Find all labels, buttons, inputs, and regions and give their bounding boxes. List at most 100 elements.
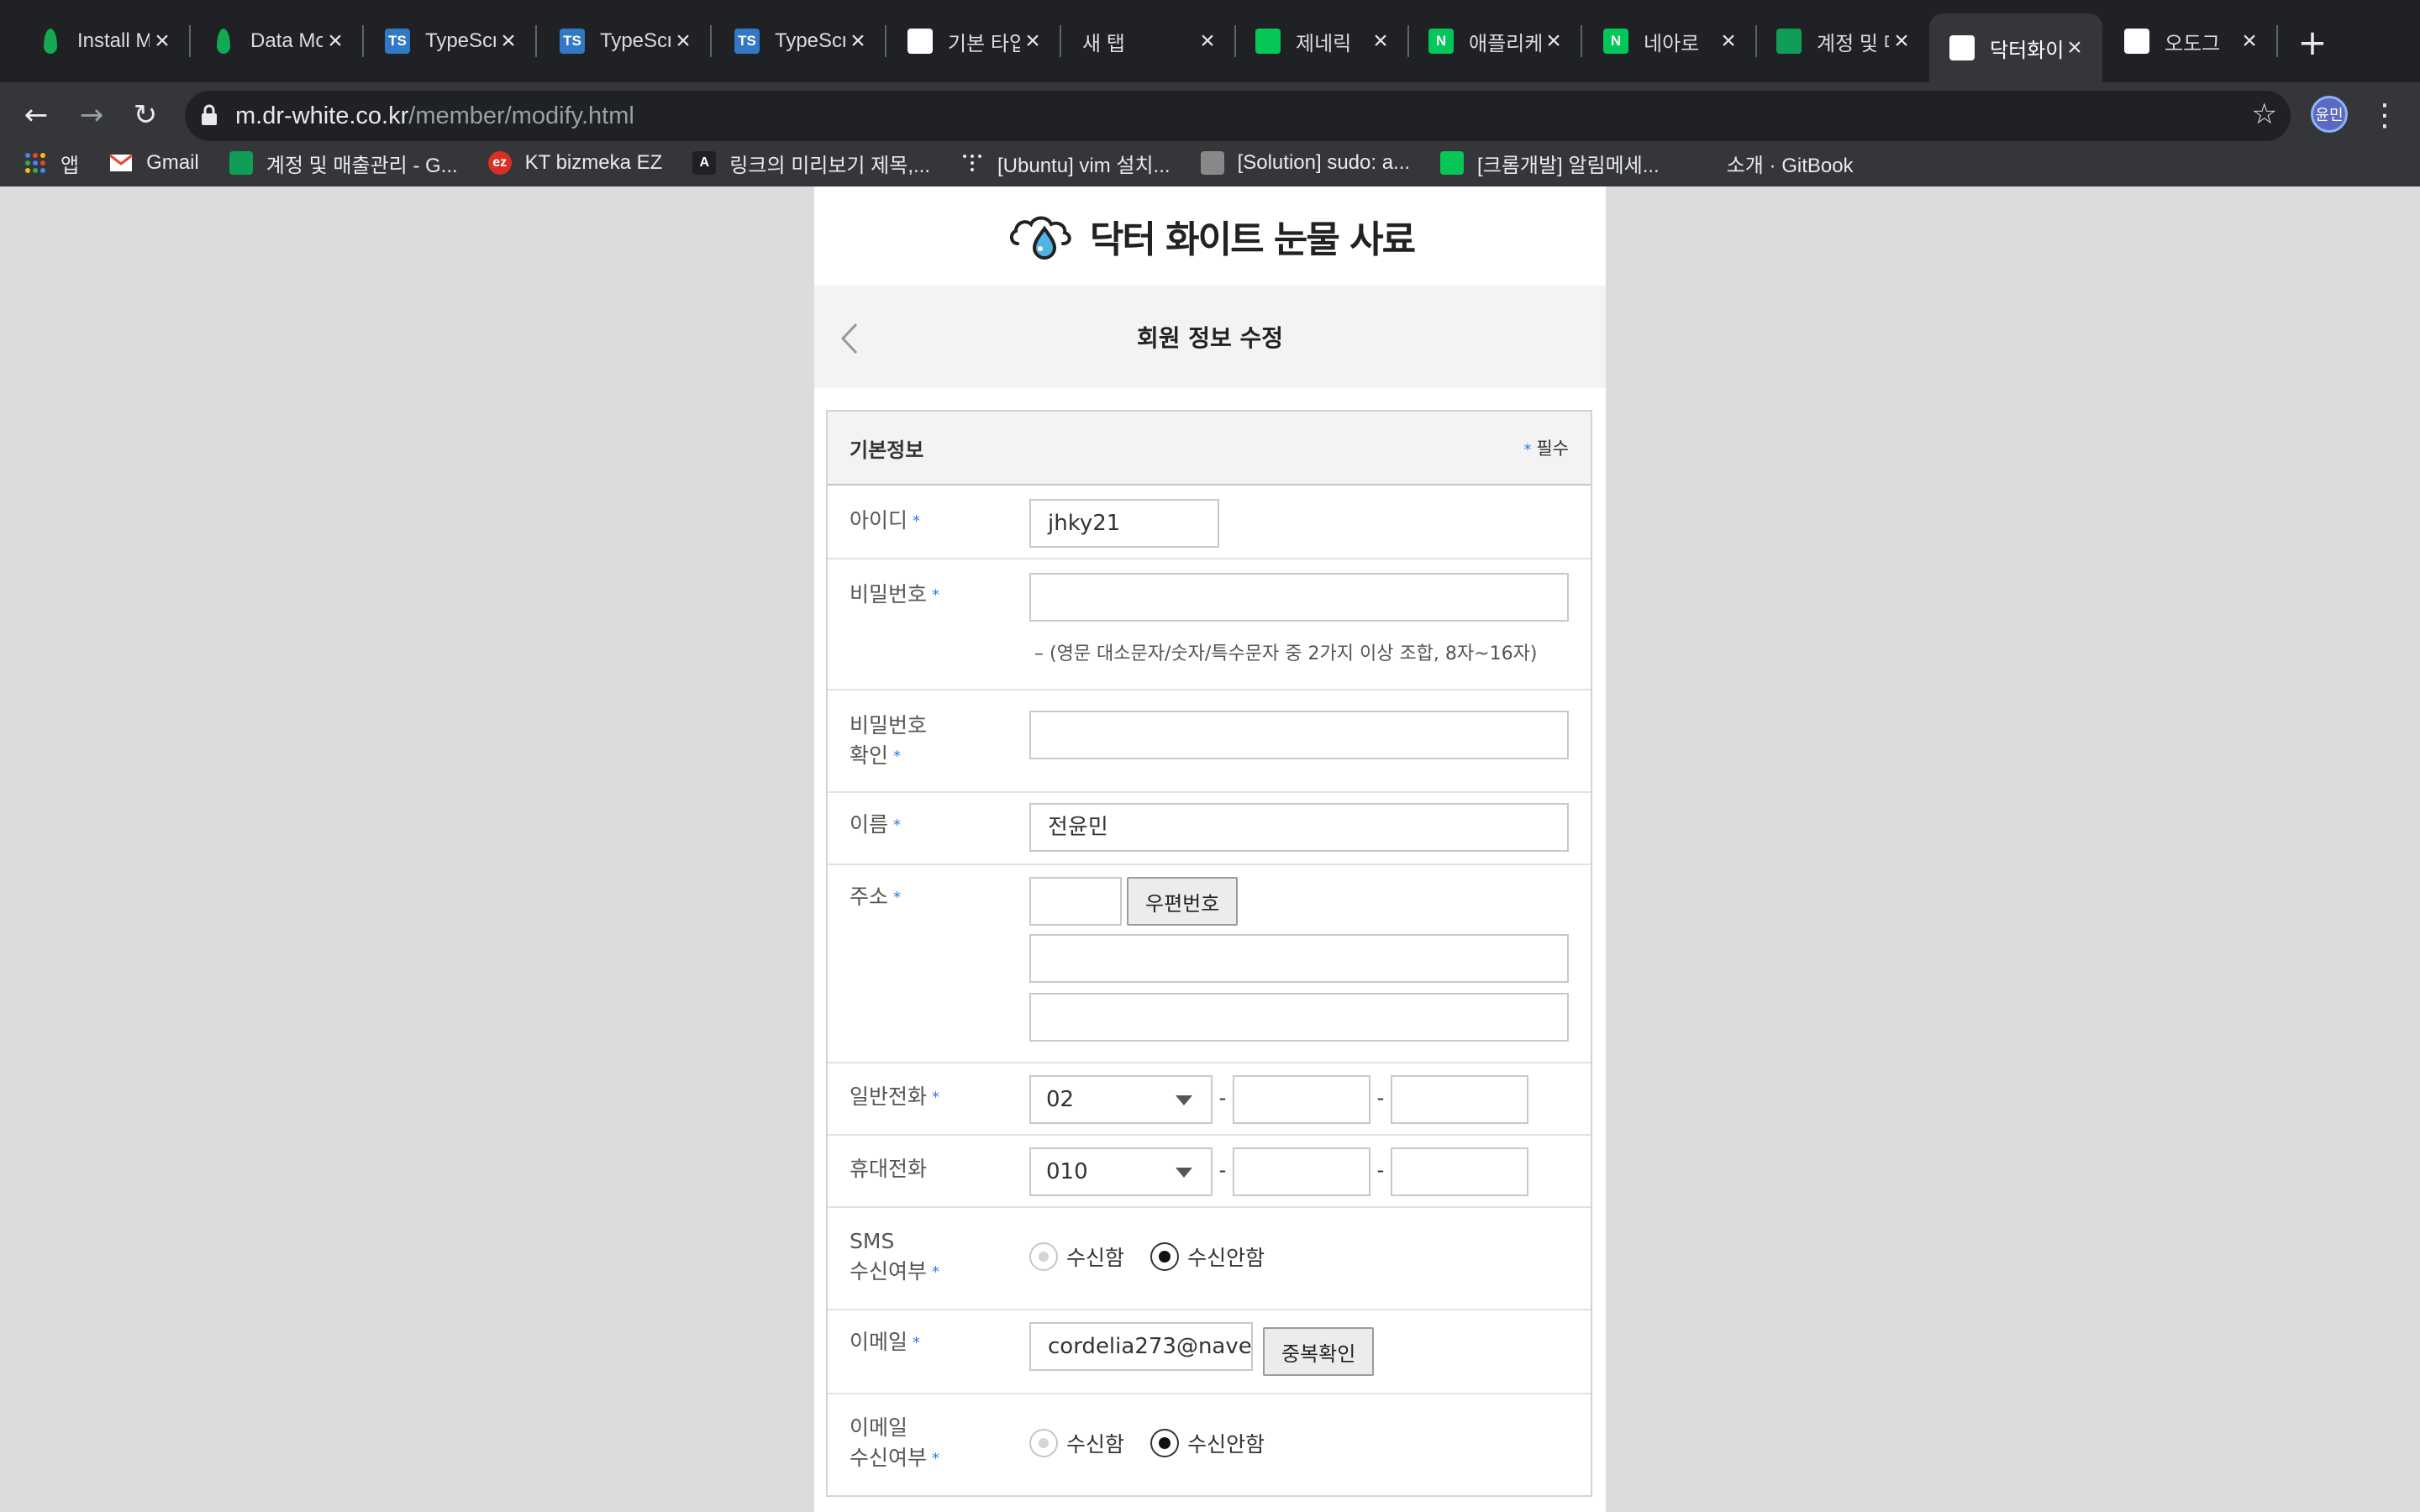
- mobile-mid-field[interactable]: [1233, 1147, 1370, 1196]
- bookmark-item[interactable]: [Ubuntu] vim 설치...: [960, 149, 1171, 178]
- tab-12[interactable]: 닥터화이트×: [1929, 13, 2102, 82]
- browser-menu-icon[interactable]: ⋮: [2368, 94, 2402, 136]
- close-tab-icon[interactable]: ×: [323, 27, 348, 55]
- tab-title: 애플리케이션: [1469, 32, 1541, 55]
- mongodb-leaf-icon: [44, 29, 57, 54]
- bookmark-item[interactable]: 소개 · GitBook: [1689, 149, 1854, 178]
- tab-2[interactable]: Data Modeling×: [192, 13, 364, 69]
- close-tab-icon[interactable]: ×: [2237, 27, 2262, 55]
- tab-1[interactable]: Install MongoDB×: [18, 13, 191, 69]
- close-tab-icon[interactable]: ×: [2062, 34, 2087, 61]
- close-tab-icon[interactable]: ×: [1541, 27, 1566, 55]
- close-tab-icon[interactable]: ×: [1368, 27, 1393, 55]
- required-mark: *: [913, 1334, 921, 1352]
- close-tab-icon[interactable]: ×: [1716, 27, 1741, 55]
- bookmark-item[interactable]: 계정 및 매출관리 - G...: [229, 149, 458, 178]
- bookmark-label: 계정 및 매출관리 - G...: [266, 154, 458, 177]
- tab-title: Install MongoDB: [77, 29, 150, 52]
- close-tab-icon[interactable]: ×: [1195, 27, 1220, 55]
- lock-icon: [200, 103, 220, 129]
- password-label: 비밀번호 *: [850, 580, 1009, 611]
- email-field[interactable]: cordelia273@nave: [1029, 1322, 1253, 1371]
- close-tab-icon[interactable]: ×: [845, 27, 871, 55]
- phone-area-select[interactable]: 02: [1029, 1075, 1213, 1124]
- email-label-text: 이메일: [850, 1330, 908, 1354]
- row-phone: 일반전화 * 02 - -: [828, 1063, 1591, 1136]
- id-label: 아이디 *: [850, 506, 1009, 537]
- close-tab-icon[interactable]: ×: [1889, 27, 1914, 55]
- bookmark-item[interactable]: ez KT bizmeka EZ: [487, 151, 662, 175]
- bookmark-label: [크롬개발] 알림메세...: [1477, 154, 1660, 177]
- email-duplicate-check-button[interactable]: 중복확인: [1263, 1327, 1375, 1376]
- google-sheets-icon: [1776, 29, 1802, 54]
- bookmark-item[interactable]: A 링크의 미리보기 제목,...: [692, 149, 930, 178]
- required-mark: *: [932, 1263, 940, 1281]
- tab-10[interactable]: N 네아로 ×: [1583, 13, 1757, 69]
- site-logo-text[interactable]: 닥터 화이트 눈물 사료: [1090, 209, 1416, 263]
- tab-3[interactable]: TS TypeScript×: [365, 13, 537, 69]
- new-tab-button[interactable]: +: [2294, 22, 2331, 63]
- zipcode-field[interactable]: [1029, 877, 1122, 926]
- tab-11[interactable]: 계정 및 매출×: [1756, 13, 1929, 69]
- bookmark-item[interactable]: Gmail: [109, 151, 199, 175]
- profile-avatar[interactable]: 윤민: [2311, 96, 2348, 133]
- bookmark-star-icon[interactable]: ☆: [2252, 97, 2277, 131]
- row-email-recv: 이메일 수신여부 * 수신함 수신안함: [828, 1394, 1591, 1495]
- email-recv-no-radio[interactable]: 수신안함: [1150, 1428, 1265, 1458]
- tab-9[interactable]: N 애플리케이션×: [1408, 13, 1582, 69]
- tab-separator: [2276, 25, 2278, 57]
- bookmark-item[interactable]: [Solution] sudo: a...: [1200, 151, 1410, 175]
- mobile-last-field[interactable]: [1391, 1147, 1528, 1196]
- close-tab-icon[interactable]: ×: [1020, 27, 1045, 55]
- address-bar[interactable]: m.dr-white.co.kr/member/modify.html ☆: [185, 91, 2291, 141]
- address-line2-field[interactable]: [1029, 993, 1569, 1042]
- mobile-prefix-select[interactable]: 010: [1029, 1147, 1213, 1196]
- email-recv-yes-radio[interactable]: 수신함: [1029, 1428, 1124, 1458]
- tab-separator: [189, 25, 191, 57]
- address-label: 주소 *: [850, 882, 1009, 913]
- tab-title: 네아로: [1644, 32, 1700, 55]
- back-icon[interactable]: ←: [15, 94, 57, 136]
- apps-grid-icon: [24, 151, 47, 175]
- address-line1-field[interactable]: [1029, 934, 1569, 983]
- tab-8[interactable]: 제네릭 ×: [1235, 13, 1409, 69]
- id-field[interactable]: jhky21: [1029, 499, 1219, 548]
- phone-last-field[interactable]: [1391, 1075, 1528, 1124]
- tab-13[interactable]: 오도그 ×: [2104, 13, 2278, 69]
- close-tab-icon[interactable]: ×: [150, 27, 175, 55]
- bookmark-item[interactable]: 앱: [24, 149, 79, 178]
- bookmark-label: Gmail: [146, 151, 199, 174]
- tab-title: 닥터화이트: [1990, 39, 2062, 62]
- close-tab-icon[interactable]: ×: [671, 27, 696, 55]
- password-confirm-field[interactable]: [1029, 711, 1569, 759]
- forward-icon[interactable]: →: [71, 94, 113, 136]
- bookmark-item[interactable]: [크롬개발] 알림메세...: [1440, 149, 1660, 178]
- page-back-icon[interactable]: [834, 319, 865, 358]
- tab-6[interactable]: 기본 타입 ×: [887, 13, 1061, 69]
- naver-icon: N: [1428, 29, 1454, 54]
- close-tab-icon[interactable]: ×: [496, 27, 521, 55]
- required-mark: *: [1523, 440, 1532, 459]
- zipcode-search-button[interactable]: 우편번호: [1127, 877, 1239, 926]
- required-mark: *: [932, 1450, 940, 1467]
- member-info-form: 기본정보 * 필수 아이디 * jhky21 비밀번호 * – (영문 대소문자/숫자…: [826, 410, 1592, 1497]
- phone-mid-field[interactable]: [1233, 1075, 1370, 1124]
- google-sheets-icon: [229, 151, 253, 175]
- required-mark: *: [893, 889, 902, 906]
- dash: -: [1218, 1158, 1227, 1182]
- tab-4[interactable]: TS TypeScript×: [539, 13, 712, 69]
- tab-5[interactable]: TS TypeScript×: [714, 13, 886, 69]
- row-email: 이메일 * cordelia273@nave 중복확인: [828, 1310, 1591, 1394]
- tab-title: 새 탭: [1082, 32, 1125, 55]
- tab-7[interactable]: 새 탭 ×: [1062, 13, 1236, 69]
- bookmark-label: 소개 · GitBook: [1726, 154, 1854, 177]
- sms-yes-radio[interactable]: 수신함: [1029, 1242, 1124, 1272]
- password-field[interactable]: [1029, 573, 1569, 622]
- dr-white-logo-icon[interactable]: [1006, 207, 1086, 265]
- sms-no-radio[interactable]: 수신안함: [1150, 1242, 1265, 1272]
- row-password-confirm: 비밀번호 확인 *: [828, 690, 1591, 793]
- tab-title: Data Modeling: [250, 29, 323, 52]
- name-field[interactable]: 전윤민: [1029, 803, 1569, 852]
- bookmark-label: 링크의 미리보기 제목,...: [729, 154, 931, 177]
- reload-icon[interactable]: ↻: [124, 94, 166, 136]
